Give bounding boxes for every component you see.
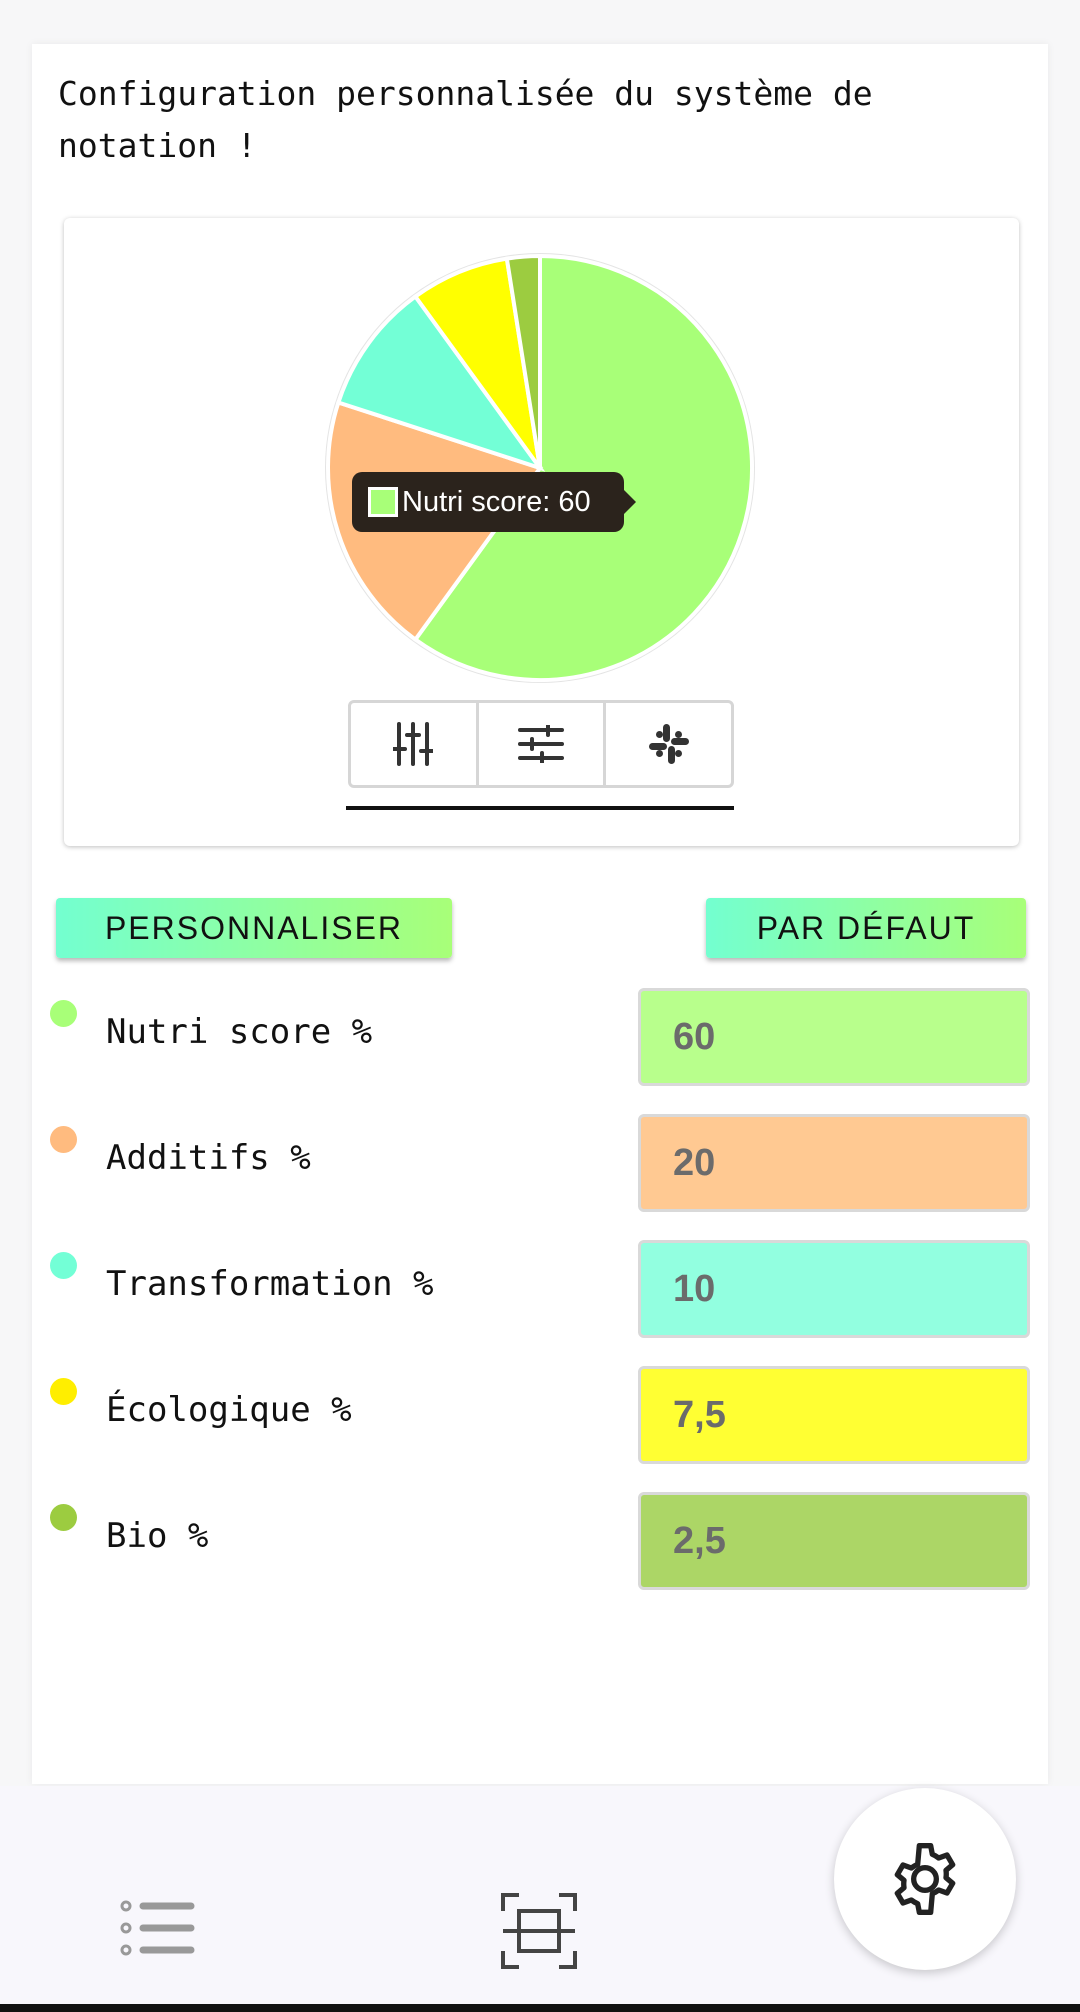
criterion-row: Transformation % [0, 1240, 1080, 1340]
criterion-color-dot [50, 1252, 77, 1279]
criterion-percent-input[interactable] [638, 1492, 1030, 1590]
criterion-row: Additifs % [0, 1114, 1080, 1214]
criterion-row: Nutri score % [0, 988, 1080, 1088]
scan-nav-button[interactable] [500, 1892, 578, 1970]
toolbar-underline [346, 806, 734, 810]
vertical-sliders-button[interactable] [351, 703, 479, 785]
horizontal-sliders-icon [518, 725, 564, 763]
criterion-label: Bio % [106, 1516, 209, 1556]
vertical-sliders-icon [393, 722, 434, 766]
horizontal-sliders-button[interactable] [479, 703, 607, 785]
customize-button[interactable]: PERSONNALISER [56, 898, 452, 958]
criterion-percent-input[interactable] [638, 1114, 1030, 1212]
criterion-label: Transformation % [106, 1264, 434, 1304]
chart-tooltip: Nutri score: 60 [352, 472, 636, 532]
system-bar [0, 2004, 1080, 2012]
criterion-color-dot [50, 1504, 77, 1531]
slack-button[interactable] [606, 703, 731, 785]
criterion-label: Additifs % [106, 1138, 311, 1178]
list-nav-button[interactable] [118, 1898, 198, 1958]
criterion-color-dot [50, 1378, 77, 1405]
list-icon [120, 1900, 195, 1956]
criterion-label: Écologique % [106, 1390, 352, 1430]
tooltip-swatch [368, 487, 398, 517]
scan-icon [501, 1893, 577, 1969]
default-button[interactable]: PAR DÉFAUT [706, 898, 1026, 958]
criterion-percent-input[interactable] [638, 1366, 1030, 1464]
criterion-row: Bio % [0, 1492, 1080, 1592]
criterion-row: Écologique % [0, 1366, 1080, 1466]
gear-icon [894, 1843, 956, 1915]
slack-icon [648, 724, 689, 764]
page-title: Configuration personnalisée du système d… [58, 74, 873, 165]
criterion-percent-input[interactable] [638, 1240, 1030, 1338]
criterion-color-dot [50, 1000, 77, 1027]
tooltip-text: Nutri score: 60 [402, 485, 591, 518]
chart-toolbar [348, 700, 734, 788]
criterion-color-dot [50, 1126, 77, 1153]
settings-fab[interactable] [834, 1788, 1016, 1970]
criterion-label: Nutri score % [106, 1012, 373, 1052]
criterion-percent-input[interactable] [638, 988, 1030, 1086]
